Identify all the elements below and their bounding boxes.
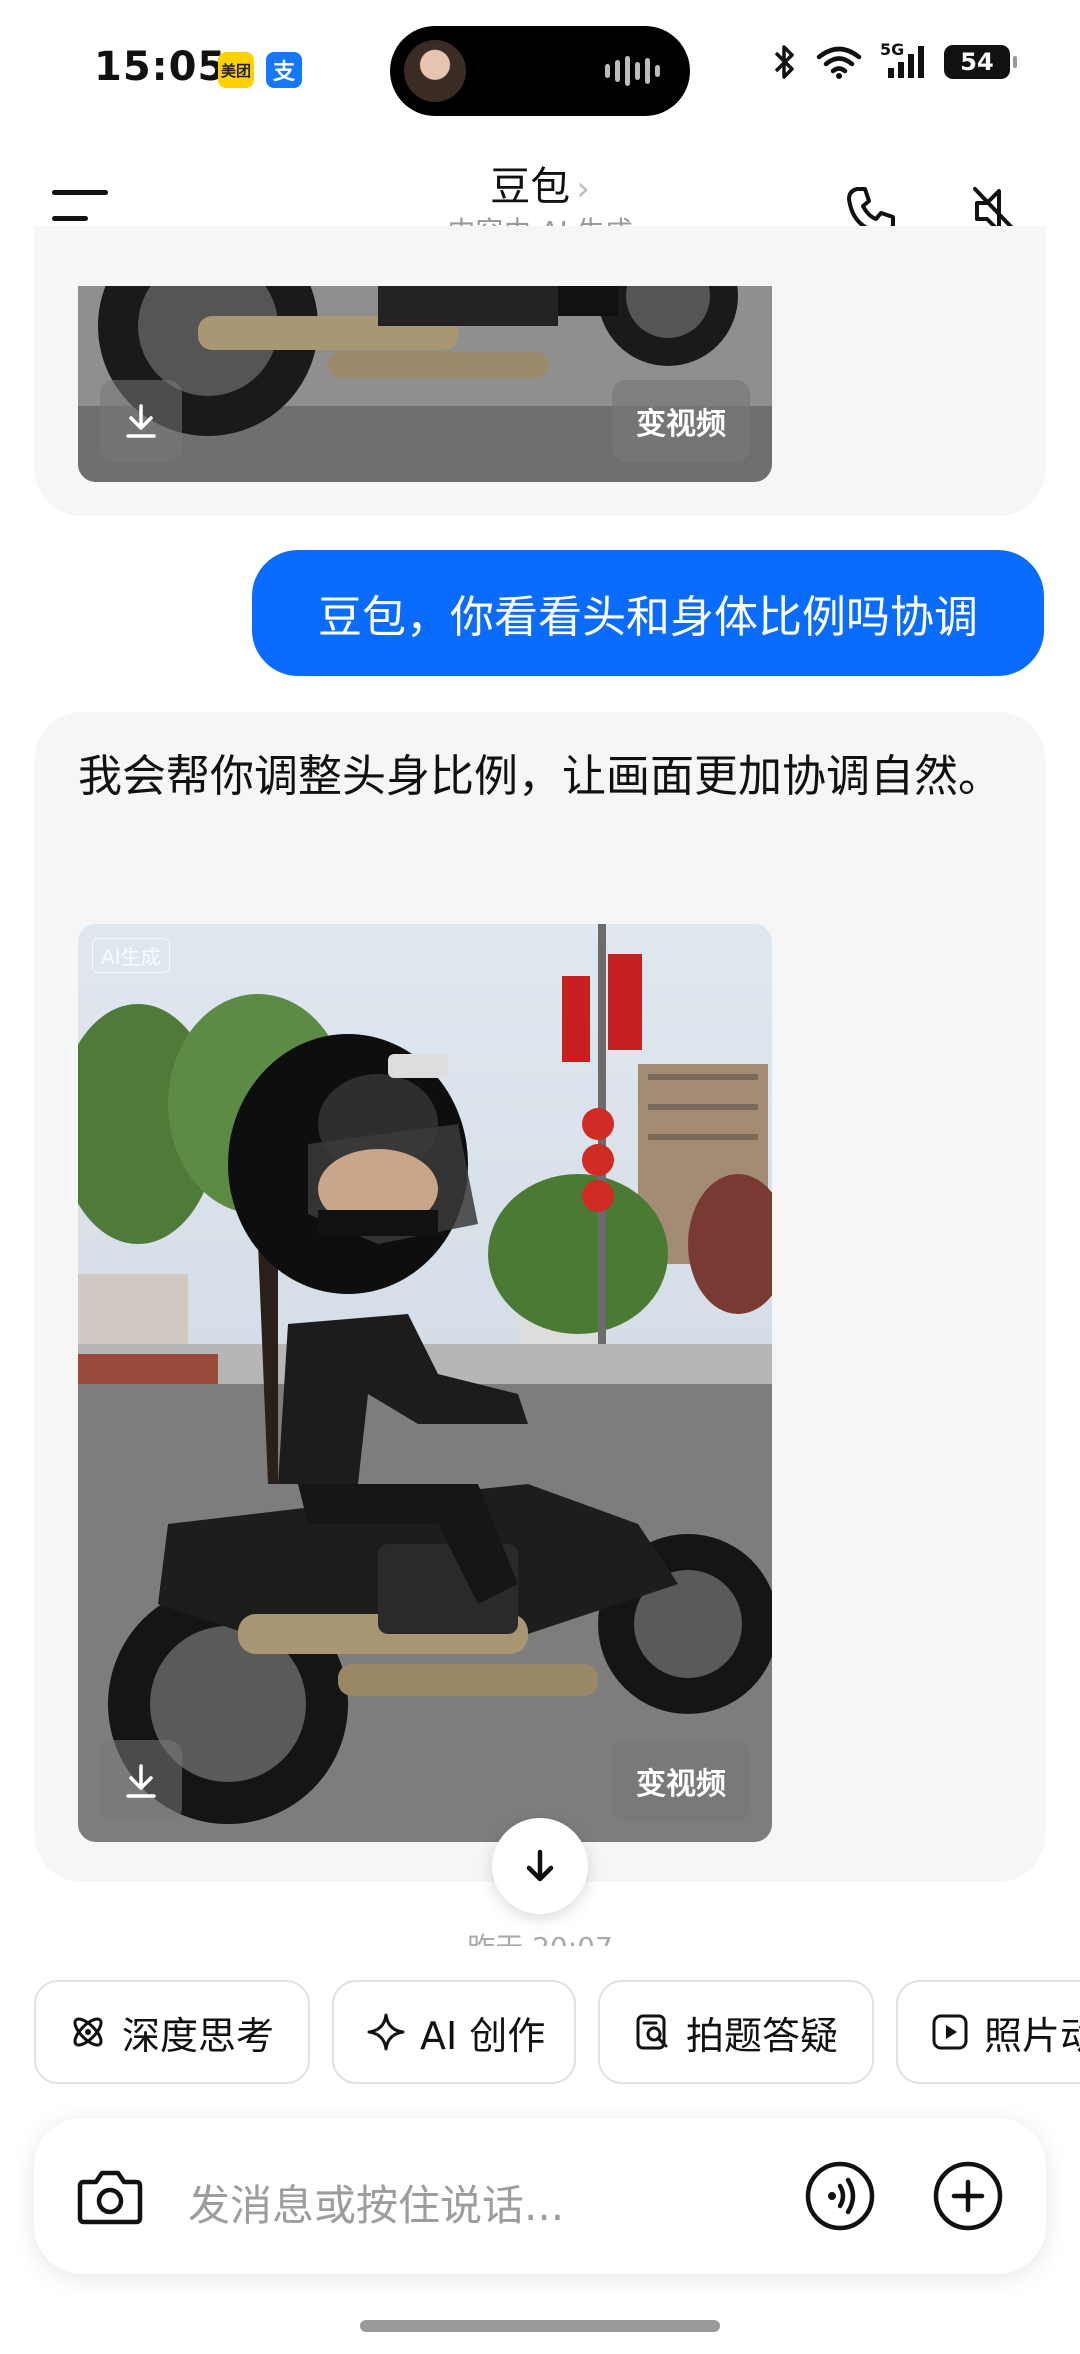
to-video-button[interactable]: 变视频 <box>612 380 750 462</box>
plus-icon[interactable] <box>932 2160 1004 2232</box>
chat-title-text: 豆包 <box>490 164 571 210</box>
camera-icon[interactable] <box>74 2160 146 2232</box>
status-time: 15:05 <box>94 44 227 90</box>
scroll-to-bottom-button[interactable] <box>492 1818 588 1914</box>
user-message-bubble[interactable]: 豆包，你看看头和身体比例吗协调 <box>252 550 1044 676</box>
home-indicator[interactable] <box>360 2320 720 2332</box>
sparkle-icon <box>367 2013 405 2051</box>
chip-label: 照片动 <box>984 2013 1080 2058</box>
play-icon <box>932 2014 968 2050</box>
message-timestamp: 昨天 20:07 <box>0 1926 1080 1946</box>
bot-reply-card: 我会帮你调整头身比例，让画面更加协调自然。 AI生成 变视频 <box>34 712 1046 1882</box>
chevron-right-icon: › <box>576 169 590 209</box>
bot-reply-text: 我会帮你调整头身比例，让画面更加协调自然。 <box>78 751 1002 802</box>
voice-call-icon[interactable] <box>804 2160 876 2232</box>
generated-image[interactable]: AI生成 变视频 <box>78 924 772 1842</box>
download-icon <box>126 404 156 438</box>
deep-think-chip[interactable]: 深度思考 <box>34 1980 310 2084</box>
chat-title[interactable]: 豆包 › <box>0 154 1080 212</box>
arrow-down-icon <box>526 1849 554 1882</box>
quick-actions-row: 深度思考 AI 创作 拍题答疑 照片动 <box>0 1980 1080 2086</box>
island-avatar <box>404 40 466 102</box>
bot-message-card: 变视频 <box>34 226 1046 516</box>
generated-image[interactable]: 变视频 <box>78 286 772 482</box>
ai-create-chip[interactable]: AI 创作 <box>332 1980 576 2084</box>
download-icon <box>126 1764 156 1798</box>
audio-wave-icon <box>605 56 660 86</box>
meituan-app-icon: 美团 <box>218 52 254 88</box>
download-button[interactable] <box>100 380 182 462</box>
photo-animate-chip[interactable]: 照片动 <box>896 1980 1080 2084</box>
chip-label: 拍题答疑 <box>686 2013 839 2058</box>
signal-icon <box>888 46 924 78</box>
dynamic-island[interactable] <box>390 26 690 116</box>
bluetooth-icon <box>774 45 794 79</box>
motorcycle-rider-image <box>78 924 772 1842</box>
battery-indicator: 54 <box>944 45 1017 79</box>
message-input[interactable]: 发消息或按住说话... <box>188 2172 564 2233</box>
cellular-signal: 5G <box>880 40 926 80</box>
photo-qa-chip[interactable]: 拍题答疑 <box>598 1980 874 2084</box>
to-video-button[interactable]: 变视频 <box>612 1740 750 1822</box>
wifi-icon <box>816 46 862 79</box>
ai-generated-watermark: AI生成 <box>92 938 170 973</box>
status-bar: 15:05 美团 支 5G 54 <box>0 0 1080 140</box>
status-icons: 5G 54 <box>772 40 1017 80</box>
message-composer: 发消息或按住说话... <box>34 2118 1046 2274</box>
chip-label: AI 创作 <box>420 2013 546 2058</box>
scan-doc-icon <box>636 2014 668 2050</box>
download-button[interactable] <box>100 1740 182 1822</box>
atom-icon <box>73 2017 103 2047</box>
chip-label: 深度思考 <box>122 2013 275 2058</box>
alipay-app-icon: 支 <box>266 52 302 88</box>
